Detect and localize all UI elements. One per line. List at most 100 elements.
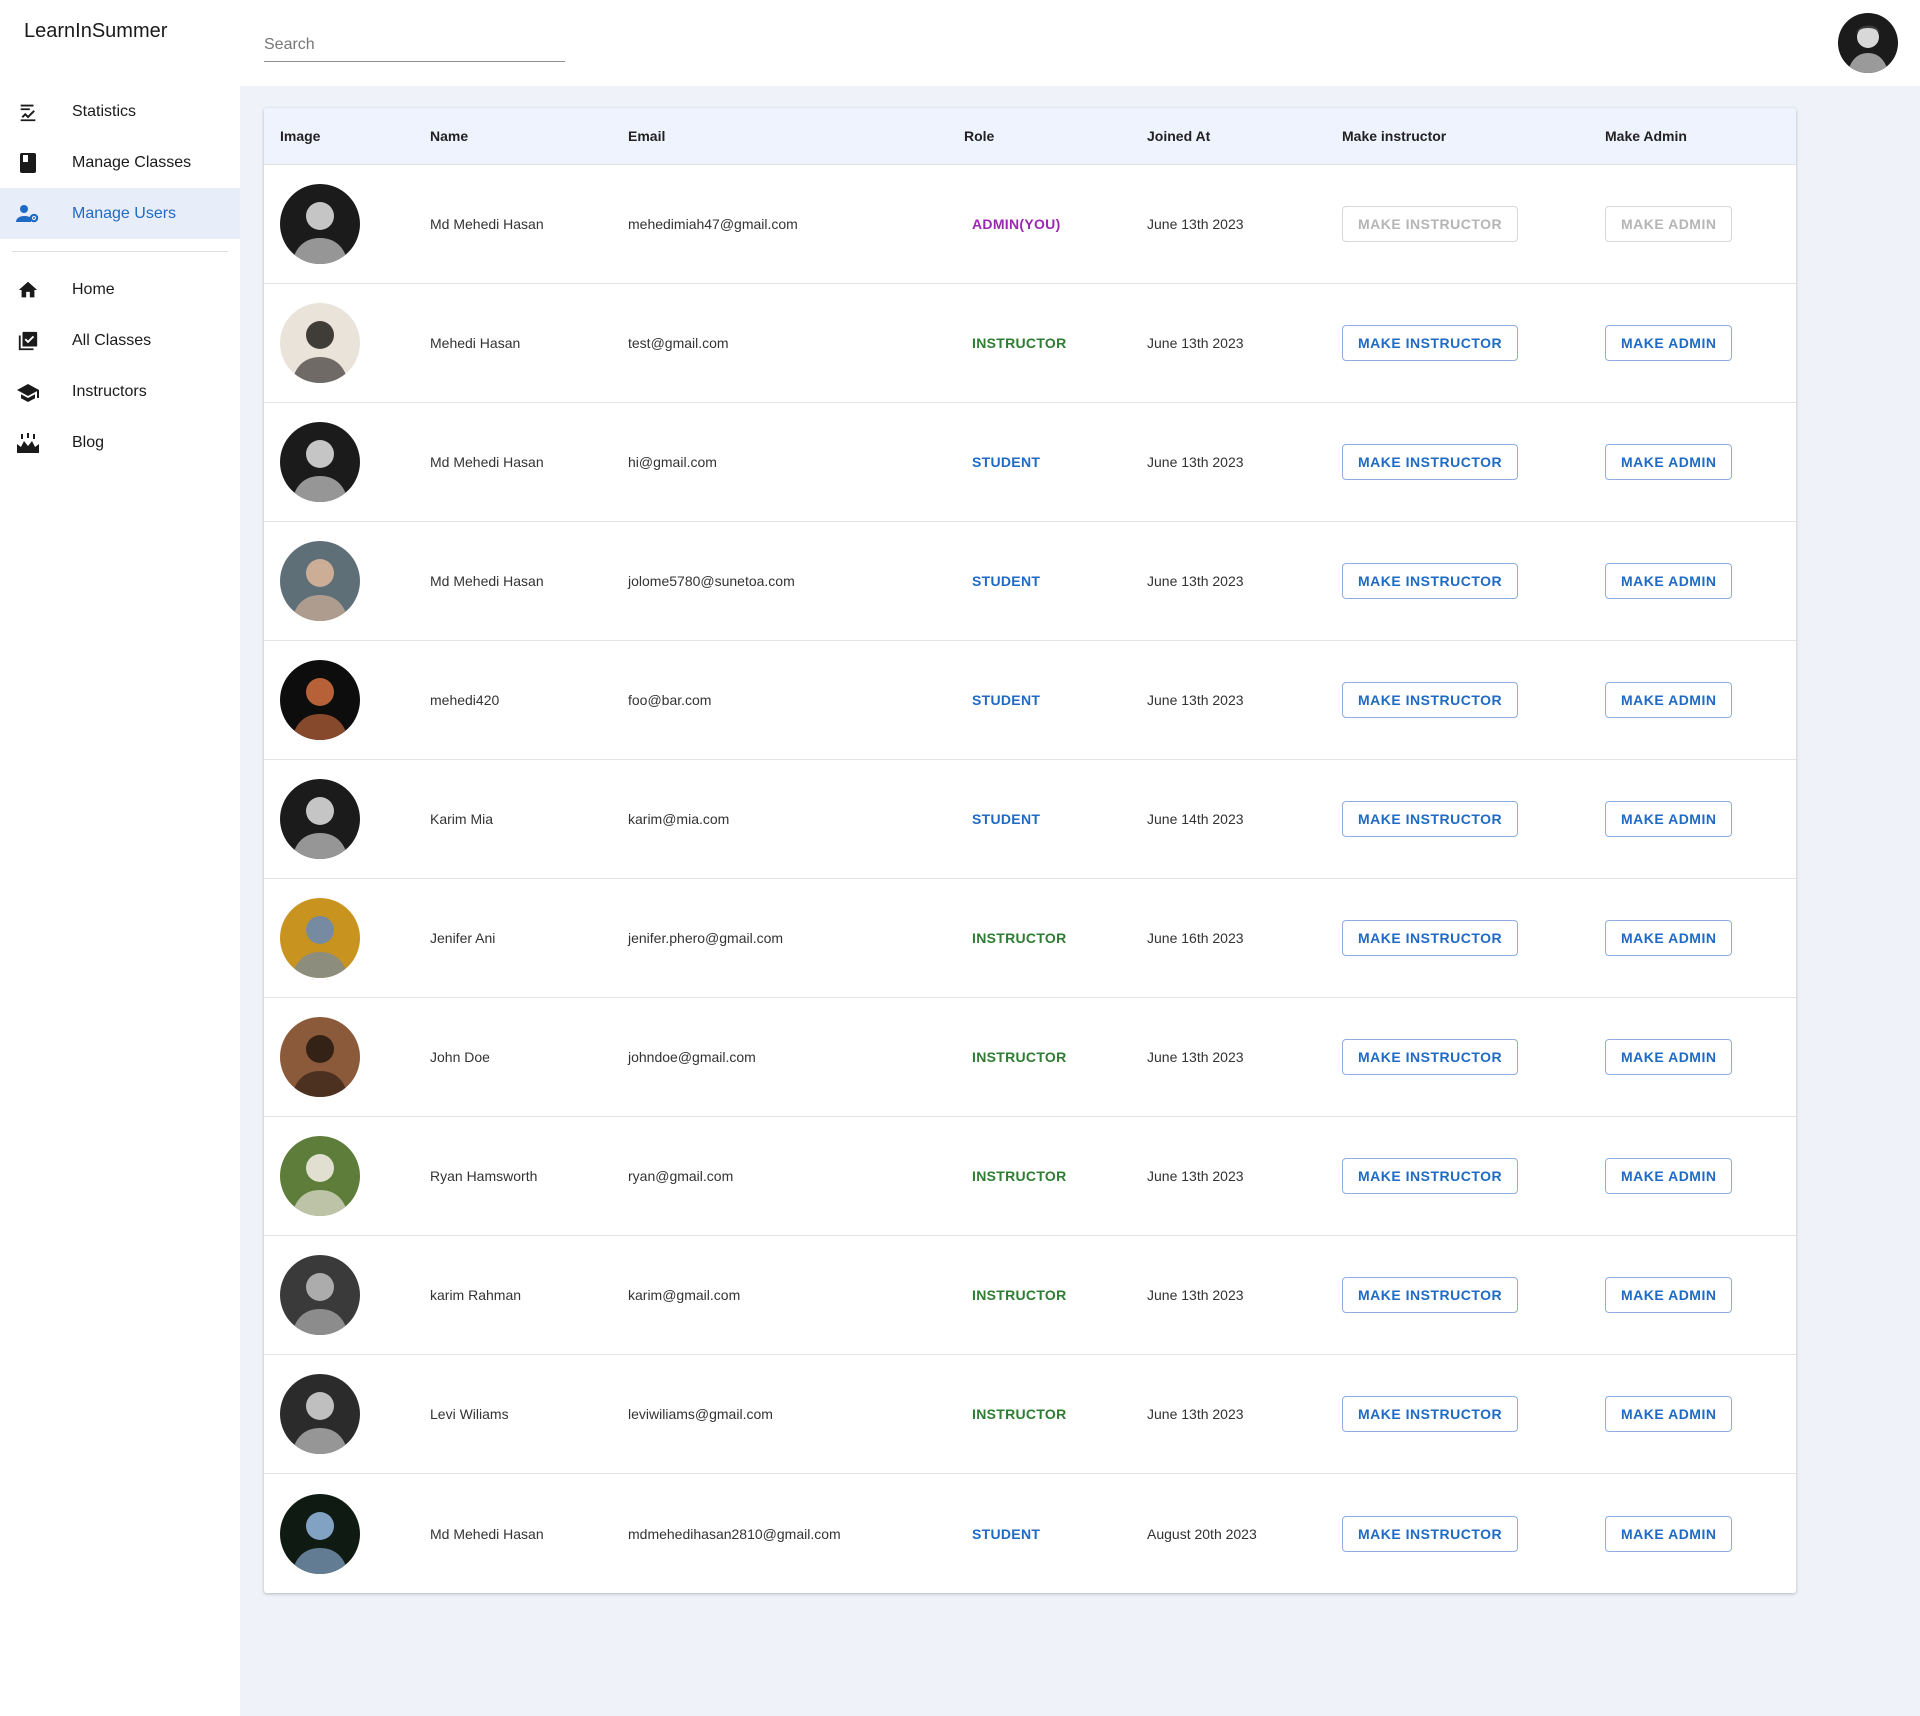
make-admin-button[interactable]: MAKE ADMIN: [1605, 1039, 1733, 1075]
role-badge: STUDENT: [972, 1525, 1041, 1542]
cell-email: hi@gmail.com: [628, 454, 717, 470]
user-avatar: [280, 422, 360, 502]
cell-image: [264, 660, 414, 740]
user-avatar: [280, 303, 360, 383]
make-instructor-button[interactable]: MAKE INSTRUCTOR: [1342, 444, 1519, 480]
cell-email: mehedimiah47@gmail.com: [628, 216, 798, 232]
cell-joined-at: June 13th 2023: [1147, 573, 1244, 589]
cell-make-instructor: MAKE INSTRUCTOR: [1326, 563, 1589, 599]
make-admin-button[interactable]: MAKE ADMIN: [1605, 682, 1733, 718]
users-table: Image Name Email Role Joined At Make ins…: [264, 108, 1796, 1593]
search-input[interactable]: [264, 28, 565, 62]
table-body: Md Mehedi Hasan mehedimiah47@gmail.com ADM…: [264, 165, 1796, 1593]
cell-email: mdmehedihasan2810@gmail.com: [628, 1525, 841, 1542]
profile-avatar[interactable]: [1838, 13, 1898, 73]
role-badge: INSTRUCTOR: [972, 1168, 1067, 1184]
role-badge: STUDENT: [972, 811, 1041, 827]
cell-make-admin: MAKE ADMIN: [1589, 444, 1796, 480]
make-admin-button[interactable]: MAKE ADMIN: [1605, 444, 1733, 480]
sidebar-item-label: All Classes: [72, 331, 152, 349]
cell-joined-at: June 13th 2023: [1147, 335, 1244, 351]
make-instructor-button[interactable]: MAKE INSTRUCTOR: [1342, 563, 1519, 599]
cell-name: John Doe: [430, 1049, 490, 1065]
sidebar-divider: [12, 251, 228, 252]
table-row: Md Mehedi Hasan hi@gmail.com STUDENT June 1…: [264, 403, 1796, 522]
make-admin-button[interactable]: MAKE ADMIN: [1605, 801, 1733, 837]
cell-joined-at: June 13th 2023: [1147, 454, 1244, 470]
column-header-name: Name: [430, 128, 469, 144]
make-instructor-button[interactable]: MAKE INSTRUCTOR: [1342, 1515, 1519, 1552]
brand-logo[interactable]: LearnInSummer: [24, 20, 167, 43]
cell-make-instructor: MAKE INSTRUCTOR: [1326, 920, 1589, 956]
cell-make-instructor: MAKE INSTRUCTOR: [1326, 206, 1589, 242]
role-badge: INSTRUCTOR: [972, 1406, 1067, 1422]
make-instructor-button[interactable]: MAKE INSTRUCTOR: [1342, 1396, 1519, 1432]
sidebar-item-home[interactable]: Home: [0, 264, 240, 315]
cell-image: [264, 1493, 414, 1574]
sidebar-item-all-classes[interactable]: All Classes: [0, 315, 240, 366]
cell-joined-at: June 14th 2023: [1147, 811, 1244, 827]
make-instructor-button[interactable]: MAKE INSTRUCTOR: [1342, 1277, 1519, 1313]
user-avatar: [280, 1017, 360, 1097]
sidebar-item-label: Manage Classes: [72, 153, 192, 171]
cell-make-admin: MAKE ADMIN: [1589, 1515, 1796, 1552]
sidebar-item-statistics[interactable]: Statistics: [0, 86, 240, 137]
cell-make-admin: MAKE ADMIN: [1589, 920, 1796, 956]
cell-joined-at: June 13th 2023: [1147, 1287, 1244, 1303]
cell-image: [264, 1255, 414, 1335]
sidebar-item-manage-classes[interactable]: Manage Classes: [0, 137, 240, 188]
sidebar-item-blog[interactable]: Blog: [0, 417, 240, 468]
make-instructor-button: MAKE INSTRUCTOR: [1342, 206, 1519, 242]
make-admin-button[interactable]: MAKE ADMIN: [1605, 1396, 1733, 1432]
table-row: karim Rahman karim@gmail.com INSTRUCTOR Jun…: [264, 1236, 1796, 1355]
make-admin-button[interactable]: MAKE ADMIN: [1605, 1277, 1733, 1313]
make-admin-button[interactable]: MAKE ADMIN: [1605, 325, 1733, 361]
table-row: Levi Wiliams leviwiliams@gmail.com INSTRUC…: [264, 1355, 1796, 1474]
cell-make-admin: MAKE ADMIN: [1589, 1396, 1796, 1432]
cell-joined-at: June 13th 2023: [1147, 1168, 1244, 1184]
make-instructor-button[interactable]: MAKE INSTRUCTOR: [1342, 1039, 1519, 1075]
table-row: Karim Mia karim@mia.com STUDENT June 14th 2…: [264, 760, 1796, 879]
make-instructor-button[interactable]: MAKE INSTRUCTOR: [1342, 920, 1519, 956]
make-admin-button[interactable]: MAKE ADMIN: [1605, 1158, 1733, 1194]
make-admin-button[interactable]: MAKE ADMIN: [1605, 563, 1733, 599]
cell-make-instructor: MAKE INSTRUCTOR: [1326, 1396, 1589, 1432]
sidebar-item-label: Home: [72, 280, 115, 298]
sidebar-item-manage-users[interactable]: Manage Users: [0, 188, 240, 239]
sidebar-item-instructors[interactable]: Instructors: [0, 366, 240, 417]
make-instructor-button[interactable]: MAKE INSTRUCTOR: [1342, 801, 1519, 837]
cell-make-instructor: MAKE INSTRUCTOR: [1326, 1277, 1589, 1313]
cell-make-instructor: MAKE INSTRUCTOR: [1326, 801, 1589, 837]
column-header-role: Role: [964, 128, 995, 144]
cell-email: foo@bar.com: [628, 692, 712, 708]
user-avatar: [280, 1255, 360, 1335]
cell-name: Md Mehedi Hasan: [430, 454, 544, 470]
main-content: Image Name Email Role Joined At Make ins…: [240, 86, 1920, 1716]
blog-icon: [16, 431, 40, 455]
cell-name: Jenifer Ani: [430, 930, 496, 946]
make-admin-button[interactable]: MAKE ADMIN: [1605, 1515, 1733, 1552]
make-instructor-button[interactable]: MAKE INSTRUCTOR: [1342, 325, 1519, 361]
user-avatar: [280, 1136, 360, 1216]
cell-joined-at: June 13th 2023: [1147, 692, 1244, 708]
make-instructor-button[interactable]: MAKE INSTRUCTOR: [1342, 682, 1519, 718]
user-avatar: [280, 1374, 360, 1454]
cell-email: jolome5780@sunetoa.com: [628, 573, 795, 589]
cell-image: [264, 898, 414, 978]
user-avatar: [280, 779, 360, 859]
cell-email: johndoe@gmail.com: [628, 1049, 756, 1065]
role-badge: STUDENT: [972, 454, 1041, 470]
cell-make-admin: MAKE ADMIN: [1589, 801, 1796, 837]
cell-make-instructor: MAKE INSTRUCTOR: [1326, 1158, 1589, 1194]
table-row: Md Mehedi Hasan mdmehedihasan2810@gmail.c…: [264, 1474, 1796, 1593]
cell-make-instructor: MAKE INSTRUCTOR: [1326, 1515, 1589, 1552]
make-admin-button[interactable]: MAKE ADMIN: [1605, 920, 1733, 956]
cell-image: [264, 1374, 414, 1454]
cell-image: [264, 1136, 414, 1216]
table-header: Image Name Email Role Joined At Make ins…: [264, 108, 1796, 165]
make-instructor-button[interactable]: MAKE INSTRUCTOR: [1342, 1158, 1519, 1194]
column-header-image: Image: [280, 128, 321, 144]
user-avatar: [280, 898, 360, 978]
cell-email: karim@gmail.com: [628, 1287, 741, 1303]
sidebar-item-label: Instructors: [72, 382, 147, 400]
